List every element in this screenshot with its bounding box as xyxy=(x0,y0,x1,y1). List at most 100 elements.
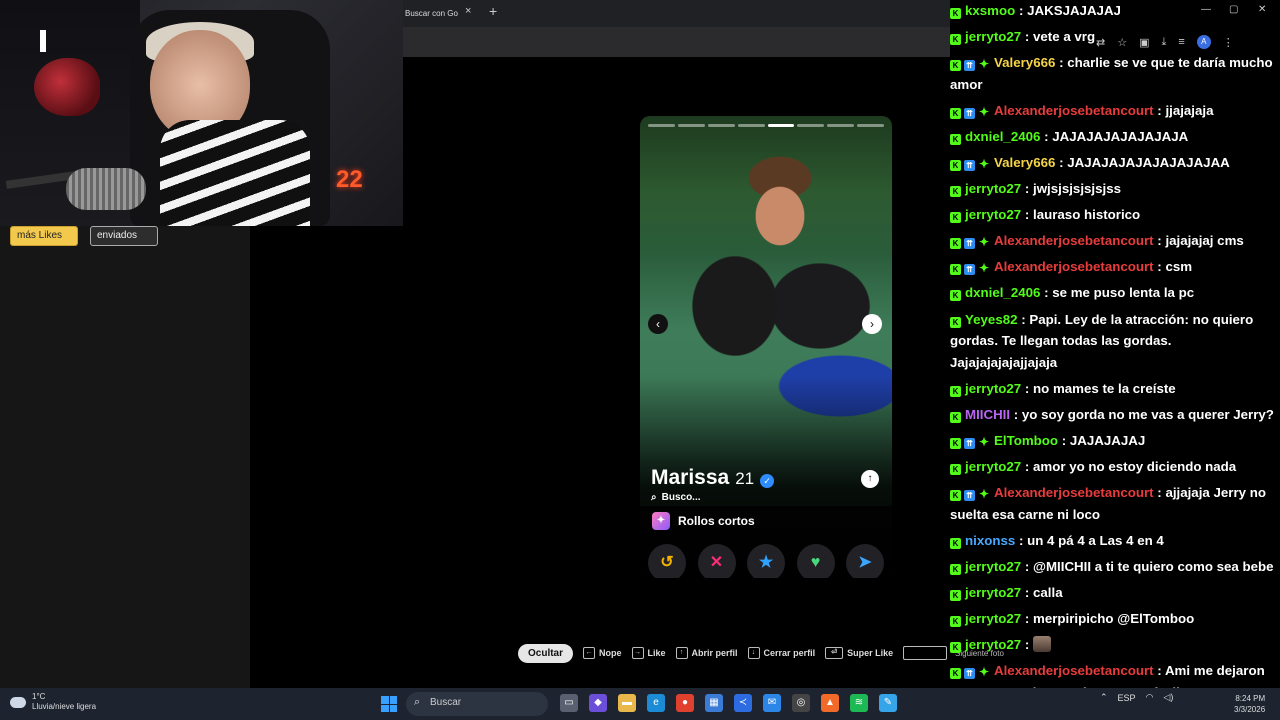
chat-username[interactable]: jerryto27 xyxy=(965,29,1021,44)
photo-progress-segment[interactable] xyxy=(797,124,825,127)
chat-username[interactable]: MIICHII xyxy=(965,407,1010,422)
hint-close-profile: ↓ Cerrar perfil xyxy=(747,647,815,659)
hint-open-profile-label: Abrir perfil xyxy=(691,648,738,658)
chat-message: Kjerryto27 : amor yo no estoy diciendo n… xyxy=(950,456,1278,478)
profile-name: Marissa xyxy=(651,466,730,489)
temperature: 1°C xyxy=(32,692,46,701)
address-bar[interactable] xyxy=(403,27,950,57)
maximize-icon[interactable]: ▢ xyxy=(1229,4,1238,15)
store-icon[interactable]: ▦ xyxy=(705,694,723,712)
chat-username[interactable]: kxsmoo xyxy=(965,3,1015,18)
hint-nope: ← Nope xyxy=(583,647,622,659)
chat-username[interactable]: Valery666 xyxy=(994,155,1055,170)
chat-username[interactable]: jerryto27 xyxy=(965,181,1021,196)
gifter-badge-icon: ✦ xyxy=(978,261,990,276)
up-arrow-key-icon: ↑ xyxy=(675,647,688,659)
party-icon: ✦ xyxy=(652,512,670,530)
wifi-icon[interactable]: ◠ xyxy=(1146,692,1154,703)
tab-more-likes[interactable]: más Likes xyxy=(10,226,78,246)
vscode-icon[interactable]: ≺ xyxy=(734,694,752,712)
chat-username[interactable]: ElTomboo xyxy=(994,433,1058,448)
chat-message: Kdxniel_2406 : se me puso lenta la pc xyxy=(950,282,1278,304)
chat-username[interactable]: jerryto27 xyxy=(965,381,1021,396)
chat-username[interactable]: Yeyes82 xyxy=(965,312,1018,327)
subscriber-badge-icon: ⇈ xyxy=(964,60,975,72)
kick-badge-icon: K xyxy=(950,490,961,501)
photo-progress-segment[interactable] xyxy=(648,124,675,127)
led-sign: 22 xyxy=(336,166,363,193)
photo-progress-segment[interactable] xyxy=(707,124,735,127)
chat-separator: : xyxy=(1021,558,1034,574)
chat-username[interactable]: dxniel_2406 xyxy=(965,285,1040,300)
search-icon: ⌕ xyxy=(414,696,421,708)
kick-badge-icon: K xyxy=(950,385,961,397)
next-photo-button[interactable]: › xyxy=(862,314,882,334)
new-tab-icon[interactable]: + xyxy=(489,3,497,19)
photo-progress-segment[interactable] xyxy=(827,124,855,127)
name-row: Marissa 21 ✓ xyxy=(651,466,775,490)
volume-icon[interactable]: ◁) xyxy=(1163,692,1173,703)
chevron-up-icon[interactable]: ⌃ xyxy=(1100,692,1108,703)
chat-username[interactable]: jerryto27 xyxy=(965,585,1021,600)
chat-separator: : xyxy=(1015,532,1028,548)
chat-username[interactable]: Alexanderjosebetancourt xyxy=(994,103,1154,118)
boost-button[interactable]: ➤ xyxy=(846,544,884,578)
app-icon[interactable]: ✎ xyxy=(879,694,897,712)
chat-username[interactable]: jerryto27 xyxy=(965,637,1021,652)
chat-username[interactable]: nixonss xyxy=(965,533,1015,548)
chat-text: no mames te la creíste xyxy=(1033,380,1176,396)
photo-progress-segment[interactable] xyxy=(677,124,705,127)
chat-username[interactable]: Alexanderjosebetancourt xyxy=(994,485,1154,500)
chat-username[interactable]: jerryto27 xyxy=(965,611,1021,626)
task-view-icon[interactable]: ▭ xyxy=(560,694,578,712)
chat-text: calla xyxy=(1033,584,1063,600)
spotify-icon[interactable]: ≋ xyxy=(850,694,868,712)
photo-progress-segment[interactable] xyxy=(737,124,765,127)
brave-icon[interactable]: ▲ xyxy=(821,694,839,712)
chat-username[interactable]: dxniel_2406 xyxy=(965,129,1040,144)
like-button[interactable]: ♥ xyxy=(796,544,835,578)
chat-text: lauraso historico xyxy=(1033,207,1141,223)
file-explorer-icon[interactable]: ▬ xyxy=(618,694,636,712)
down-arrow-key-icon: ↓ xyxy=(747,647,760,659)
chat-username[interactable]: Alexanderjosebetancourt xyxy=(994,259,1154,274)
minimize-icon[interactable]: — xyxy=(1201,4,1211,15)
language-indicator[interactable]: ESP xyxy=(1118,693,1136,703)
photo-progress-segment[interactable] xyxy=(857,124,884,127)
subscriber-badge-icon: ⇈ xyxy=(964,238,975,250)
kick-badge-icon: K xyxy=(950,411,961,423)
profile-card[interactable]: ‹ › Marissa 21 ✓ ↑ ⌕ Busco... ✦ Rollos c… xyxy=(640,116,892,578)
chat-message: Kjerryto27 : xyxy=(950,634,1278,656)
chat-username[interactable]: Alexanderjosebetancourt xyxy=(994,233,1154,248)
mail-icon[interactable]: ✉ xyxy=(763,694,781,712)
super-like-button[interactable]: ★ xyxy=(747,544,785,578)
obs-icon[interactable]: ◎ xyxy=(792,694,810,712)
tab-sent[interactable]: enviados xyxy=(90,226,158,246)
chat-text: JAJAJAJAJ xyxy=(1069,432,1146,448)
chat-separator: : xyxy=(1015,3,1028,18)
nope-button[interactable]: ✕ xyxy=(697,544,736,578)
taskbar-search[interactable]: ⌕ Buscar xyxy=(406,692,548,716)
clock[interactable]: 8:24 PM 3/3/2026 xyxy=(1234,693,1265,715)
weather-widget[interactable]: 1°C Lluvia/nieve ligera xyxy=(10,692,96,712)
edge-icon[interactable]: e xyxy=(647,694,665,712)
copilot-icon[interactable]: ◆ xyxy=(589,694,607,712)
chat-text: JAJAJAJAJAJAJAJAJAA xyxy=(1067,154,1230,170)
windows-start-icon[interactable] xyxy=(381,696,397,712)
kick-badge-icon: K xyxy=(950,107,961,119)
hide-hints-button[interactable]: Ocultar xyxy=(518,643,574,663)
chat-username[interactable]: jerryto27 xyxy=(965,207,1021,222)
open-profile-icon[interactable]: ↑ xyxy=(861,470,879,488)
chat-username[interactable]: Valery666 xyxy=(994,55,1055,70)
photo-progress-segment[interactable] xyxy=(767,124,795,127)
chat-message: Kjerryto27 : calla xyxy=(950,582,1278,604)
rewind-button[interactable]: ↺ xyxy=(648,544,686,578)
chrome-icon[interactable]: ● xyxy=(676,694,694,712)
close-tab-icon[interactable]: × xyxy=(465,5,471,17)
subscriber-badge-icon: ⇈ xyxy=(964,437,975,449)
chat-username[interactable]: jerryto27 xyxy=(965,459,1021,474)
previous-photo-button[interactable]: ‹ xyxy=(648,314,668,334)
close-window-icon[interactable]: ✕ xyxy=(1258,4,1266,15)
chat-username[interactable]: Alexanderjosebetancourt xyxy=(994,663,1154,678)
chat-username[interactable]: jerryto27 xyxy=(965,559,1021,574)
